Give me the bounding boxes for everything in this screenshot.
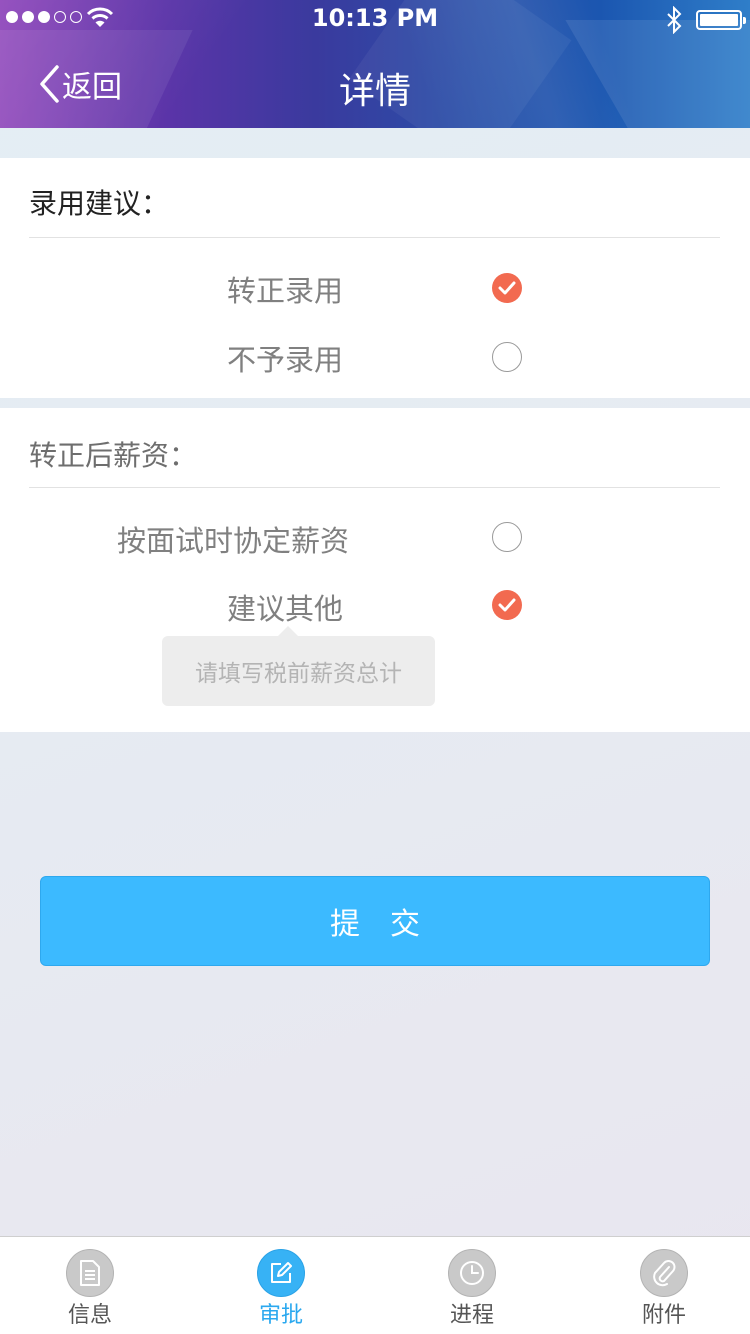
- checkmark-icon: [498, 281, 516, 295]
- tab-label: 信息: [67, 1303, 112, 1328]
- page-title: 详情: [338, 71, 411, 112]
- tab-label: 进程: [449, 1303, 494, 1328]
- tab-approval[interactable]: 审批: [221, 1237, 341, 1334]
- edit-icon: [257, 1249, 305, 1297]
- salary-section-title: 转正后薪资：: [29, 439, 198, 472]
- radio-agreed-salary[interactable]: [492, 522, 522, 552]
- hire-section-title: 录用建议：: [29, 187, 170, 220]
- divider: [29, 487, 720, 488]
- radio-other-checked[interactable]: [492, 590, 522, 620]
- input-pointer: [278, 626, 298, 636]
- status-bar: 10:13 PM: [0, 0, 750, 40]
- checkmark-icon: [498, 598, 516, 612]
- bluetooth-icon: [667, 6, 682, 34]
- clock-icon: [448, 1249, 496, 1297]
- bottom-tab-bar: 信息 审批 进程 附件: [0, 1236, 750, 1334]
- tab-attachments[interactable]: 附件: [604, 1237, 724, 1334]
- battery-fill: [700, 14, 738, 26]
- document-icon: [66, 1249, 114, 1297]
- hire-suggestion-panel: 录用建议： 转正录用 不予录用: [0, 158, 750, 398]
- paperclip-icon: [640, 1249, 688, 1297]
- salary-input[interactable]: 请填写税前薪资总计: [162, 636, 435, 706]
- header: 10:13 PM 返回 详情: [0, 0, 750, 128]
- option-label-hire[interactable]: 转正录用: [227, 268, 343, 310]
- tab-progress[interactable]: 进程: [412, 1237, 532, 1334]
- option-label-other[interactable]: 建议其他: [227, 586, 343, 628]
- submit-button[interactable]: 提交: [40, 876, 710, 966]
- status-time: 10:13 PM: [311, 4, 439, 32]
- battery-tip: [743, 17, 746, 24]
- option-label-agreed-salary[interactable]: 按面试时协定薪资: [117, 518, 349, 560]
- tab-label: 附件: [641, 1303, 686, 1328]
- divider: [29, 237, 720, 238]
- battery-icon: [696, 10, 746, 30]
- salary-panel: 转正后薪资： 按面试时协定薪资 建议其他 请填写税前薪资总计: [0, 408, 750, 732]
- radio-reject[interactable]: [492, 342, 522, 372]
- option-label-reject[interactable]: 不予录用: [227, 337, 343, 379]
- radio-hire-checked[interactable]: [492, 273, 522, 303]
- tab-label: 审批: [258, 1303, 303, 1328]
- tab-info[interactable]: 信息: [30, 1237, 150, 1334]
